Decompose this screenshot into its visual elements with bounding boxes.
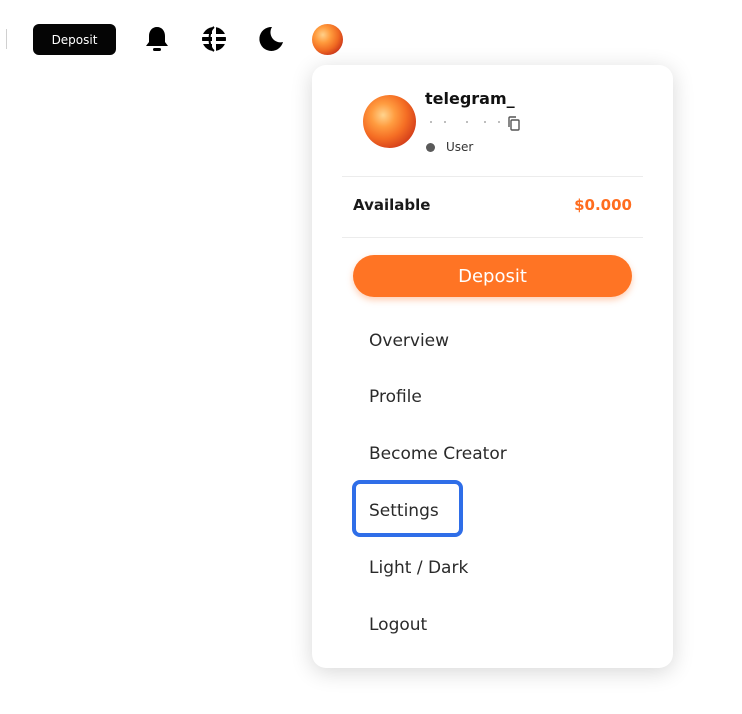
menu-item-logout[interactable]: Logout [369, 615, 427, 635]
menu-item-become-creator[interactable]: Become Creator [369, 444, 507, 464]
divider [6, 29, 7, 49]
menu-item-profile[interactable]: Profile [369, 387, 422, 407]
avatar [363, 95, 416, 148]
username: telegram_ [425, 89, 515, 108]
account-dropdown: telegram_ User Available $0.000 Deposit … [312, 65, 673, 668]
divider [342, 237, 643, 238]
user-role: User [446, 140, 474, 154]
balance-value: $0.000 [574, 196, 632, 214]
menu-item-theme-toggle[interactable]: Light / Dark [369, 558, 468, 578]
menu-item-settings[interactable]: Settings [369, 501, 439, 521]
deposit-button[interactable]: Deposit [33, 24, 116, 55]
balance-label: Available [353, 196, 431, 214]
copy-icon[interactable] [507, 116, 521, 135]
globe-icon[interactable] [200, 25, 228, 53]
moon-icon[interactable] [257, 25, 285, 53]
menu-item-overview[interactable]: Overview [369, 331, 449, 351]
bell-icon[interactable] [143, 25, 171, 53]
deposit-button[interactable]: Deposit [353, 255, 632, 297]
avatar-button[interactable] [312, 24, 343, 55]
divider [342, 176, 643, 177]
user-id [426, 115, 504, 127]
status-dot [426, 143, 435, 152]
